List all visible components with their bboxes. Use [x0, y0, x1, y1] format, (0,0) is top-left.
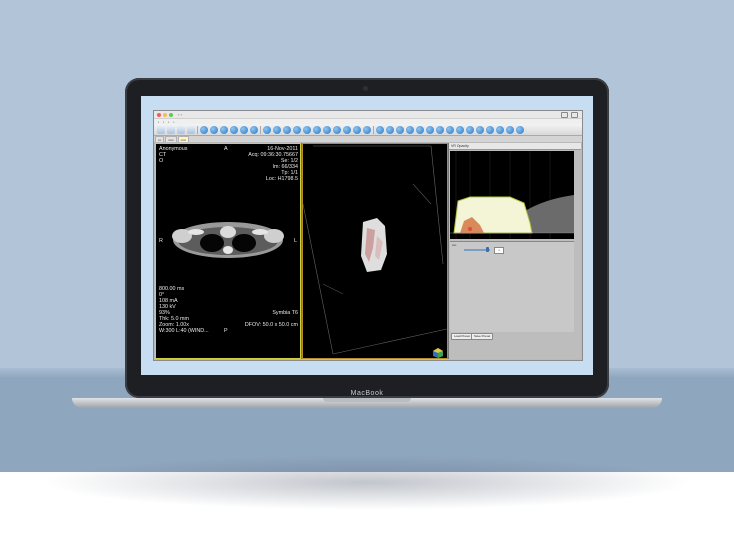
display-fov: DFOV: 50.0 x 50.0 cm [244, 322, 298, 328]
export-icon[interactable] [283, 125, 291, 134]
tool-icon[interactable] [426, 125, 434, 134]
close-window-button[interactable] [157, 112, 161, 117]
opacity-histogram[interactable] [450, 151, 574, 239]
toolbar-divider [373, 125, 374, 134]
tool-icon[interactable] [386, 125, 394, 134]
opacity-slider-handle[interactable] [486, 247, 489, 252]
tool-icon[interactable] [406, 125, 414, 134]
load-preset-button[interactable]: Load Preset [451, 333, 474, 340]
maximize-window-button[interactable] [169, 112, 173, 117]
camera-tool-icon[interactable] [273, 125, 281, 134]
tool-icon[interactable] [343, 125, 351, 134]
tool-icon[interactable] [436, 125, 444, 134]
slice-location: Loc: H1798.5 [265, 176, 298, 182]
tool-icon[interactable] [313, 125, 321, 134]
tool-icon[interactable] [516, 125, 524, 134]
laptop-screen: ‹ › ▪ ▪ ▪ ▪ ▪▪▪ ▪▪▪▪▪ ▪▪▪▪▪ Anonymous CT… [141, 96, 593, 375]
tool-icon[interactable] [486, 125, 494, 134]
options-label: ▪▪▪▪ [452, 243, 457, 247]
mpr-icon[interactable] [263, 125, 271, 134]
series-tabs: ▪▪▪ ▪▪▪▪▪ ▪▪▪▪▪ [154, 136, 582, 142]
tool-icon[interactable] [323, 125, 331, 134]
3d-icon[interactable] [250, 125, 258, 134]
ct-axial-viewport[interactable]: Anonymous CT O A 16-Nov-2011 Acq: 09:36:… [155, 143, 301, 359]
laptop-hinge [323, 398, 411, 402]
menu-item[interactable]: ▪ [158, 120, 159, 124]
menu-item[interactable]: ▪ [163, 120, 164, 124]
minimize-window-button[interactable] [163, 112, 167, 117]
tool-icon[interactable] [466, 125, 474, 134]
series-tab-active[interactable]: ▪▪▪▪▪ [177, 136, 189, 142]
orientation-right: L [294, 238, 297, 244]
title-bar: ‹ › [154, 111, 582, 119]
series-tab[interactable]: ▪▪▪▪▪ [165, 136, 177, 142]
tool-icon[interactable] [376, 125, 384, 134]
app-window: ‹ › ▪ ▪ ▪ ▪ ▪▪▪ ▪▪▪▪▪ ▪▪▪▪▪ Anonymous CT… [153, 110, 583, 361]
tool-icon[interactable] [496, 125, 504, 134]
tool-icon[interactable] [353, 125, 361, 134]
laptop-brand-label: MacBook [350, 390, 384, 397]
menu-item[interactable]: ▪ [168, 120, 169, 124]
pan-icon[interactable] [210, 125, 218, 134]
viewer-panes: Anonymous CT O A 16-Nov-2011 Acq: 09:36:… [155, 143, 581, 359]
toolbar-divider [197, 125, 198, 134]
camera-icon [363, 86, 368, 91]
nav-arrows-icon[interactable]: ‹ › [178, 112, 182, 117]
menu-item[interactable]: ▪ [173, 120, 174, 124]
tool-icon[interactable] [446, 125, 454, 134]
main-toolbar [154, 124, 582, 136]
tool-icon[interactable] [456, 125, 464, 134]
series-tab[interactable]: ▪▪▪ [155, 136, 165, 142]
back-icon[interactable] [157, 125, 165, 134]
orientation-cube-icon[interactable] [433, 348, 443, 358]
tool-icon[interactable] [333, 125, 341, 134]
volume-render-image [303, 145, 447, 355]
window-icon[interactable] [187, 125, 195, 134]
opacity-options: ▪▪▪▪ ▪ [450, 241, 574, 332]
fullscreen-icon[interactable] [571, 111, 578, 118]
settings-icon[interactable] [293, 125, 301, 134]
forward-icon[interactable] [167, 125, 175, 134]
measure-icon[interactable] [230, 125, 238, 134]
window-level: W:300 L:40 (WIND... [159, 328, 209, 334]
layout-icon[interactable] [177, 125, 185, 134]
save-preset-button[interactable]: Save Preset [471, 333, 494, 340]
orientation-code: O [159, 158, 164, 164]
scanner-model: Symbia T6 [272, 310, 298, 316]
laptop-shadow [40, 455, 694, 510]
roi-icon[interactable] [240, 125, 248, 134]
share-icon[interactable] [561, 111, 568, 118]
toolbar-divider [260, 125, 261, 134]
orientation-left: R [159, 238, 163, 244]
help-icon[interactable] [303, 125, 311, 134]
opacity-value-field[interactable]: ▪ [494, 247, 504, 254]
orientation-top: A [224, 146, 228, 152]
zoom-icon[interactable] [200, 125, 208, 134]
tool-icon[interactable] [506, 125, 514, 134]
tool-icon[interactable] [363, 125, 371, 134]
volume-render-viewport[interactable] [302, 143, 448, 359]
orientation-bottom: P [224, 328, 228, 334]
tool-icon[interactable] [416, 125, 424, 134]
vr-opacity-panel: VR Opacity ▪▪▪▪ ▪ Load Preset Save Prese… [449, 143, 581, 359]
rotate-icon[interactable] [220, 125, 228, 134]
laptop-lid: ‹ › ▪ ▪ ▪ ▪ ▪▪▪ ▪▪▪▪▪ ▪▪▪▪▪ Anonymous CT… [125, 78, 609, 398]
panel-title: VR Opacity [449, 143, 581, 150]
tool-icon[interactable] [476, 125, 484, 134]
tool-icon[interactable] [396, 125, 404, 134]
